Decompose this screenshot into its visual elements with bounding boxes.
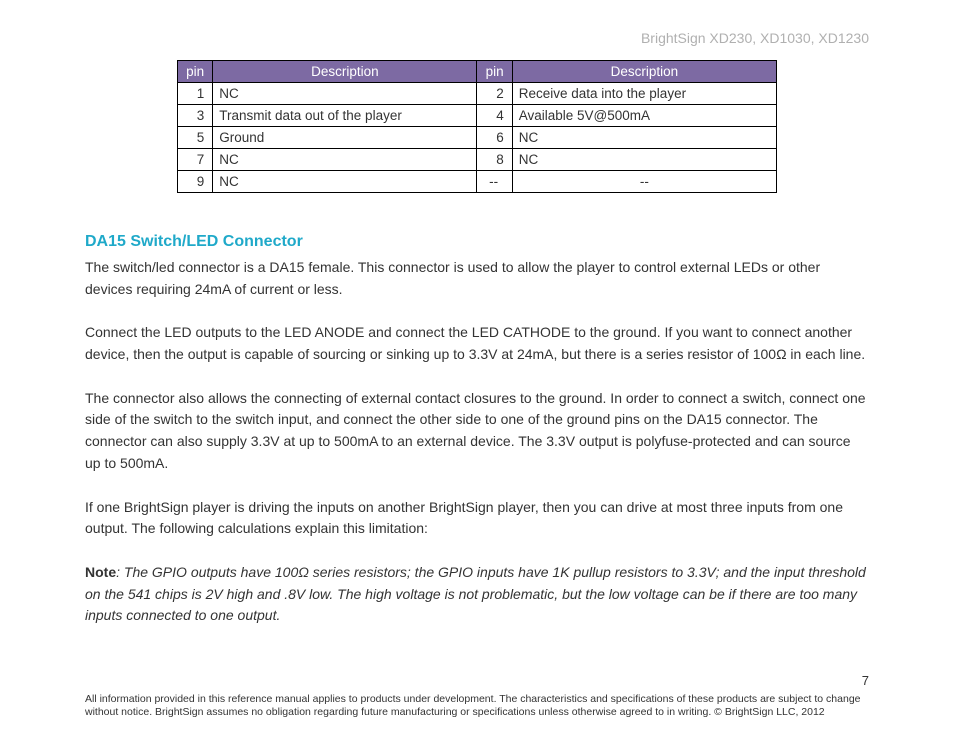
note-label: Note (85, 564, 116, 580)
section-heading: DA15 Switch/LED Connector (85, 233, 869, 251)
cell-pin: 4 (477, 105, 512, 127)
page-number: 7 (862, 673, 869, 688)
pin-description-table: pin Description pin Description 1 NC 2 R… (177, 60, 777, 193)
table-header-row: pin Description pin Description (178, 61, 777, 83)
table-row: 7 NC 8 NC (178, 149, 777, 171)
cell-pin: 5 (178, 127, 213, 149)
table-row: 9 NC -- -- (178, 171, 777, 193)
cell-desc: -- (512, 171, 776, 193)
note-text: : The GPIO outputs have 100Ω series resi… (85, 564, 866, 623)
cell-pin: 3 (178, 105, 213, 127)
cell-desc: Available 5V@500mA (512, 105, 776, 127)
body-paragraph: If one BrightSign player is driving the … (85, 497, 869, 540)
cell-desc: NC (213, 171, 477, 193)
body-paragraph: Connect the LED outputs to the LED ANODE… (85, 322, 869, 365)
cell-desc: Ground (213, 127, 477, 149)
cell-desc: NC (512, 149, 776, 171)
table-row: 5 Ground 6 NC (178, 127, 777, 149)
cell-desc: Transmit data out of the player (213, 105, 477, 127)
cell-pin: 2 (477, 83, 512, 105)
cell-desc: NC (512, 127, 776, 149)
table-row: 3 Transmit data out of the player 4 Avai… (178, 105, 777, 127)
cell-desc: NC (213, 83, 477, 105)
table-row: 1 NC 2 Receive data into the player (178, 83, 777, 105)
col-desc-b: Description (512, 61, 776, 83)
cell-pin: 6 (477, 127, 512, 149)
footer-disclaimer: All information provided in this referen… (85, 693, 869, 720)
header-product-line: BrightSign XD230, XD1030, XD1230 (85, 30, 869, 46)
cell-pin: 8 (477, 149, 512, 171)
col-desc-a: Description (213, 61, 477, 83)
cell-pin: 1 (178, 83, 213, 105)
cell-pin: -- (477, 171, 512, 193)
body-paragraph: The connector also allows the connecting… (85, 388, 869, 475)
cell-desc: NC (213, 149, 477, 171)
cell-pin: 7 (178, 149, 213, 171)
col-pin-b: pin (477, 61, 512, 83)
col-pin-a: pin (178, 61, 213, 83)
cell-desc: Receive data into the player (512, 83, 776, 105)
cell-pin: 9 (178, 171, 213, 193)
body-paragraph: The switch/led connector is a DA15 femal… (85, 257, 869, 300)
note-paragraph: Note: The GPIO outputs have 100Ω series … (85, 562, 869, 627)
